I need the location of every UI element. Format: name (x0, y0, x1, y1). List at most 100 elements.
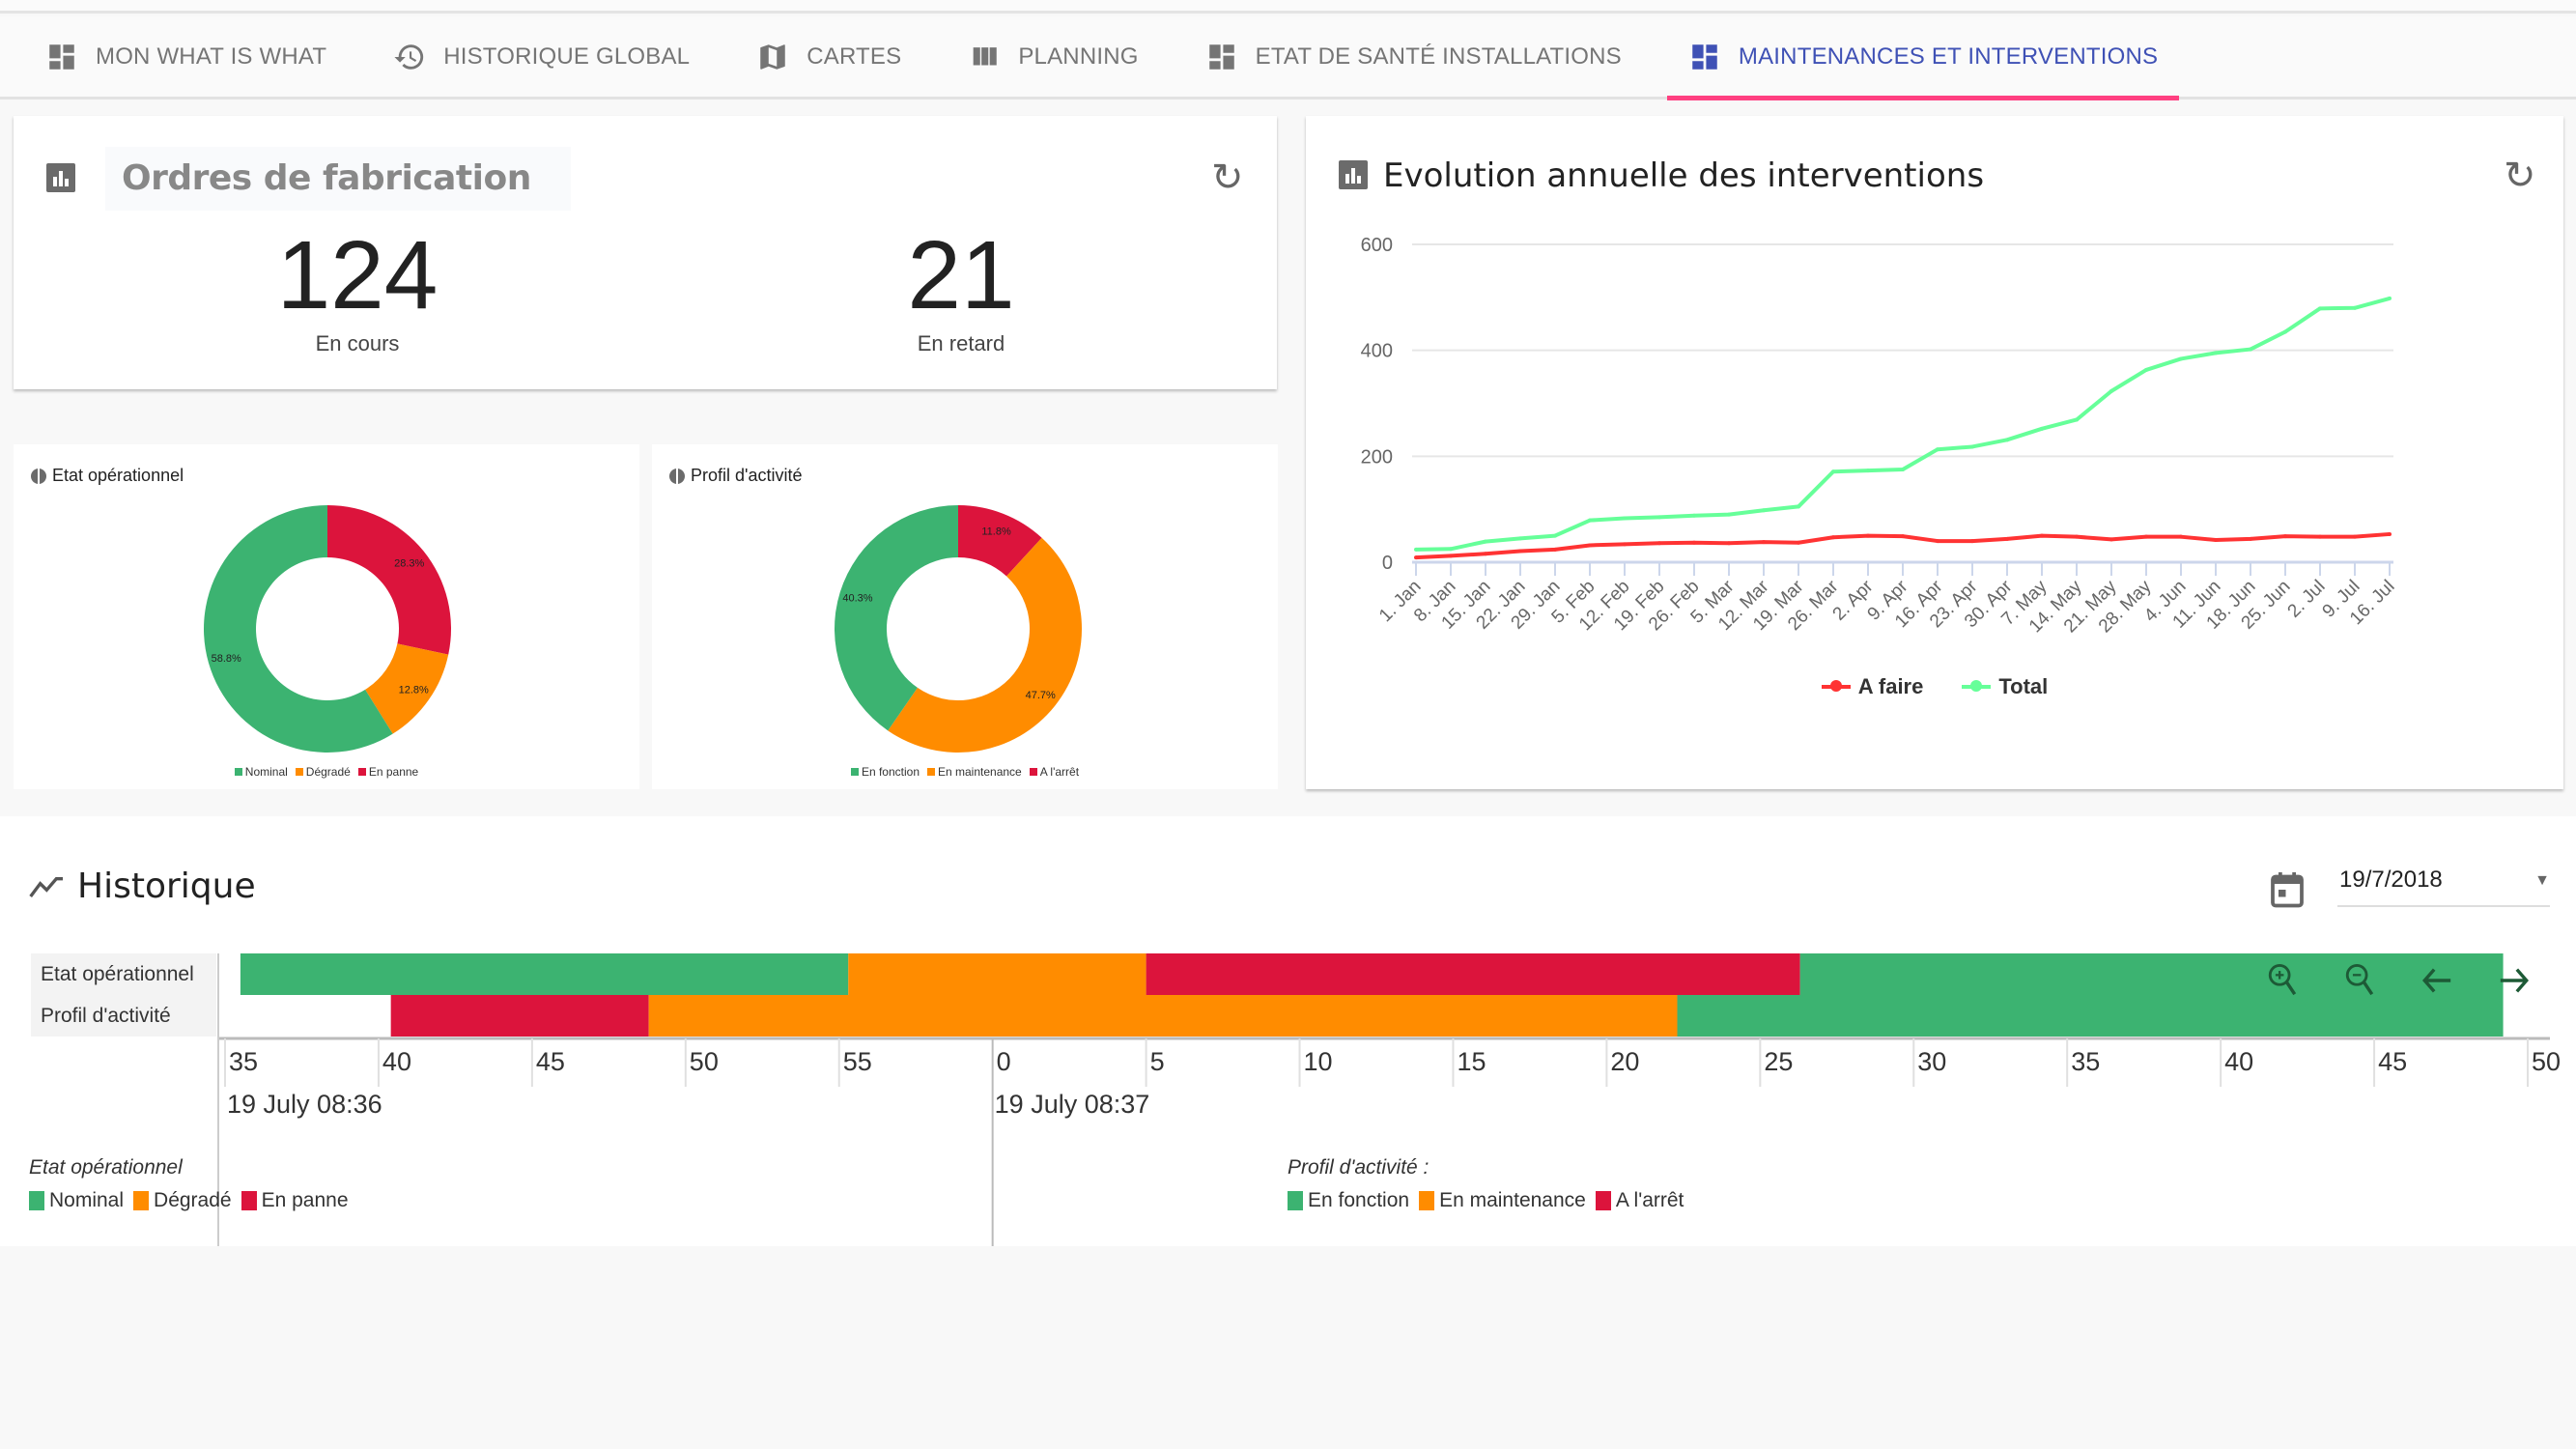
timeline-tick-label: 35 (229, 1047, 258, 1076)
data-point[interactable] (1727, 541, 1731, 546)
data-point[interactable] (1762, 540, 1766, 545)
data-point[interactable] (1588, 543, 1592, 548)
timeline-major-label: 19 July 08:37 (995, 1090, 1150, 1119)
data-point[interactable] (2179, 534, 2183, 539)
data-point[interactable] (1831, 535, 1835, 540)
legend-item-a-larret[interactable]: A l'arrêt (1029, 765, 1079, 779)
data-point[interactable] (2075, 417, 2079, 422)
data-point[interactable] (2075, 534, 2079, 539)
timeline-tick-label: 10 (1304, 1047, 1333, 1076)
donut-data-label: 47.7% (1026, 690, 1056, 701)
data-point[interactable] (1692, 513, 1696, 518)
data-point[interactable] (2040, 533, 2044, 538)
data-point[interactable] (1797, 540, 1800, 545)
data-point[interactable] (2109, 388, 2113, 393)
data-point[interactable] (1866, 469, 1870, 473)
data-point[interactable] (2283, 329, 2287, 334)
timeline-segment-en-maintenance[interactable] (648, 995, 1678, 1037)
data-point[interactable] (1866, 533, 1870, 538)
data-point[interactable] (1831, 469, 1835, 474)
data-point[interactable] (1901, 468, 1905, 472)
data-point[interactable] (2040, 426, 2044, 431)
series-line-total[interactable] (1415, 297, 2391, 552)
data-point[interactable] (1553, 533, 1557, 538)
donut-slice-en-fonction[interactable] (835, 505, 958, 731)
data-point[interactable] (1449, 547, 1453, 552)
evolution-interventions-card: Evolution annuelle des interventions ↻ 0… (1306, 116, 2563, 789)
kpi-value: 124 (276, 221, 439, 329)
data-point[interactable] (1484, 552, 1487, 556)
data-point[interactable] (1553, 547, 1557, 552)
data-point[interactable] (2144, 534, 2148, 539)
legend-item-a-larret: A l'arrêt (1595, 1189, 1684, 1212)
data-point[interactable] (2144, 367, 2148, 372)
tab-maintenances-interventions[interactable]: MAINTENANCES ET INTERVENTIONS (1666, 15, 2180, 100)
data-point[interactable] (2318, 534, 2322, 539)
data-point[interactable] (2249, 347, 2252, 352)
data-point[interactable] (1970, 539, 1974, 544)
timeline-major-label: 19 July 08:36 (227, 1090, 382, 1119)
data-point[interactable] (1727, 512, 1731, 517)
tab-planning[interactable]: PLANNING (947, 15, 1159, 99)
legend-item-a-faire[interactable]: A faire (1821, 674, 1923, 699)
zoom-in-icon[interactable] (2266, 961, 2299, 1000)
data-point[interactable] (1970, 444, 1974, 449)
data-point[interactable] (1936, 539, 1939, 544)
legend-item-degrade: Dégradé (133, 1189, 232, 1212)
data-point[interactable] (1797, 504, 1800, 509)
data-point[interactable] (2353, 534, 2357, 539)
data-point[interactable] (1762, 508, 1766, 513)
data-point[interactable] (1484, 539, 1487, 544)
history-icon (393, 41, 426, 73)
legend-item-en-panne[interactable]: En panne (357, 765, 418, 779)
timeline-segment-en-panne[interactable] (1146, 953, 1800, 995)
data-point[interactable] (2353, 305, 2357, 310)
data-point[interactable] (2388, 531, 2392, 536)
tab-cartes[interactable]: CARTES (735, 15, 922, 99)
data-point[interactable] (1414, 547, 1418, 552)
tab-etat-de-sante[interactable]: ETAT DE SANTÉ INSTALLATIONS (1184, 15, 1643, 99)
data-point[interactable] (2318, 306, 2322, 311)
data-point[interactable] (1657, 541, 1661, 546)
legend-item-degrade[interactable]: Dégradé (295, 765, 351, 779)
data-point[interactable] (1588, 518, 1592, 523)
data-point[interactable] (2388, 296, 2392, 300)
data-point[interactable] (2109, 537, 2113, 542)
tab-mon-what-is-what[interactable]: MON WHAT IS WHAT (24, 15, 348, 99)
data-point[interactable] (1518, 549, 1522, 554)
zoom-out-icon[interactable] (2343, 961, 2376, 1000)
timeline-segment-d-grad-[interactable] (848, 953, 1146, 995)
data-point[interactable] (1449, 554, 1453, 558)
data-point[interactable] (1936, 447, 1939, 452)
card-title: Ordres de fabrication (122, 158, 531, 198)
data-point[interactable] (1901, 534, 1905, 539)
timeline-tick-label: 40 (382, 1047, 411, 1076)
tab-historique-global[interactable]: HISTORIQUE GLOBAL (372, 15, 711, 99)
data-point[interactable] (1657, 515, 1661, 520)
data-point[interactable] (2283, 534, 2287, 539)
timeline-segment-nominal[interactable] (1799, 953, 2504, 995)
move-left-icon[interactable] (2420, 966, 2453, 995)
tab-label: CARTES (807, 43, 902, 70)
data-point[interactable] (1623, 516, 1627, 521)
data-point[interactable] (1692, 540, 1696, 545)
timeline-segment-en-fonction[interactable] (1677, 995, 2504, 1037)
data-point[interactable] (1414, 555, 1418, 560)
move-right-icon[interactable] (2498, 966, 2531, 995)
refresh-icon[interactable]: ↻ (1211, 158, 1244, 197)
data-point[interactable] (2005, 536, 2009, 541)
data-point[interactable] (2214, 351, 2218, 355)
legend-item-en-fonction[interactable]: En fonction (850, 765, 920, 779)
data-point[interactable] (1518, 536, 1522, 541)
timeline-segment-a-l-arr-t[interactable] (390, 995, 649, 1037)
legend-item-nominal[interactable]: Nominal (234, 765, 288, 779)
donut-slice-en-panne[interactable] (327, 505, 451, 655)
data-point[interactable] (2214, 537, 2218, 542)
data-point[interactable] (2249, 536, 2252, 541)
timeline-segment-nominal[interactable] (240, 953, 849, 995)
legend-item-total[interactable]: Total (1962, 674, 2048, 699)
data-point[interactable] (2179, 356, 2183, 361)
data-point[interactable] (2005, 438, 2009, 442)
legend-item-en-maintenance[interactable]: En maintenance (927, 765, 1022, 779)
data-point[interactable] (1623, 542, 1627, 547)
